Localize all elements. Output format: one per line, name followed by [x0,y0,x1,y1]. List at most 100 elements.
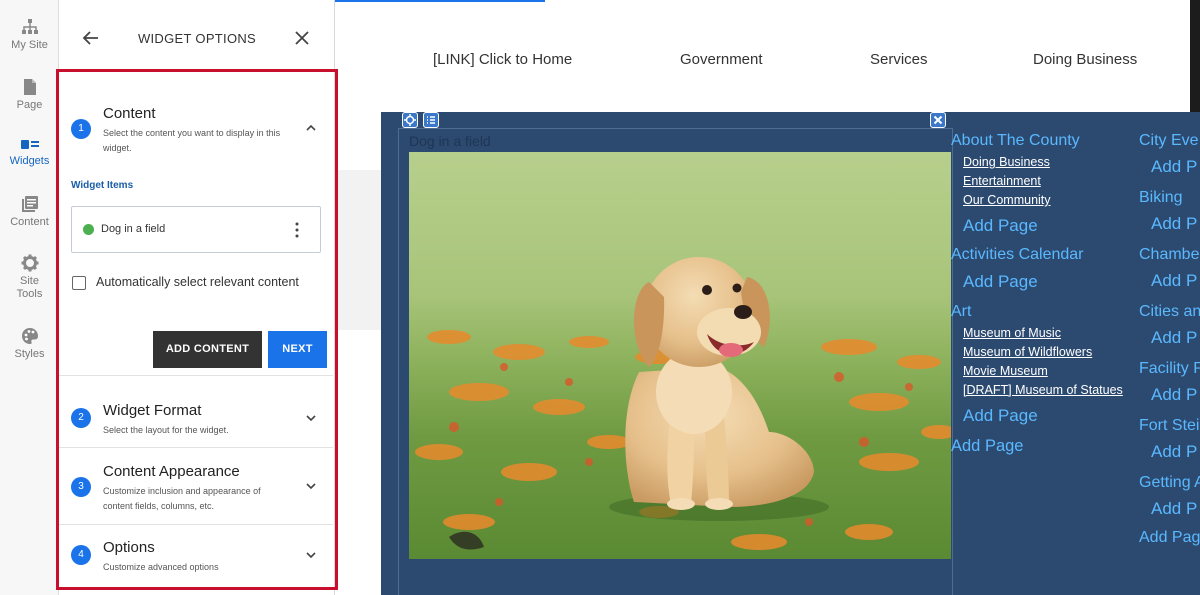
link-add-page[interactable]: Add P [1151,383,1200,407]
step-2-number: 2 [71,408,91,428]
link-fort[interactable]: Fort Stei [1139,417,1200,435]
link-facility[interactable]: Facility P [1139,360,1200,378]
link-cities[interactable]: Cities an [1139,303,1200,321]
link-doing-business[interactable]: Doing Business [963,153,1123,172]
auto-select-label: Automatically select relevant content [96,275,299,289]
link-city-events[interactable]: City Eve [1139,132,1200,150]
rail-item-styles[interactable]: Styles [0,327,59,361]
divider [59,524,333,525]
rail-item-content[interactable]: Content [0,195,59,229]
step-4-description: Customize advanced options [103,562,219,572]
link-museum-of-statues[interactable]: [DRAFT] Museum of Statues [963,381,1123,400]
nav-link-government[interactable]: Government [680,51,763,68]
divider [59,375,333,376]
step-1-description: Select the content you want to display i… [103,126,303,156]
link-add-page[interactable]: Add P [1151,155,1200,179]
link-add-page-root[interactable]: Add Page [951,437,1123,456]
step-2-description: Select the layout for the widget. [103,425,229,435]
rail-label-site: Site [20,275,39,287]
link-add-page[interactable]: Add Page [963,404,1123,428]
left-rail: My Site Page Widgets Content Site Tools … [0,0,59,595]
chevron-down-icon[interactable] [305,480,317,492]
rail-label-my-site: My Site [11,39,48,51]
sitemap-icon [21,19,38,34]
rail-item-page[interactable]: Page [0,78,59,112]
link-biking[interactable]: Biking [1139,189,1200,207]
link-add-page[interactable]: Add P [1151,440,1200,464]
step-4-number: 4 [71,545,91,565]
link-add-page-root[interactable]: Add Pag [1139,529,1200,547]
page-icon [23,79,36,95]
remove-widget-icon[interactable] [930,112,946,128]
rail-label-content: Content [10,216,49,228]
step-3-title[interactable]: Content Appearance [103,463,240,480]
step-4-title[interactable]: Options [103,539,155,556]
link-museum-of-wildflowers[interactable]: Museum of Wildflowers [963,343,1123,362]
list-options-icon[interactable] [423,112,439,128]
rail-item-widgets[interactable]: Widgets [0,138,59,168]
step-3-desc-line2: content fields, columns, etc. [103,501,215,511]
divider [59,447,333,448]
link-add-page[interactable]: Add P [1151,326,1200,350]
widget-links-col2: City Eve Add P Biking Add P Chambe Add P… [1139,132,1200,547]
link-activities-calendar[interactable]: Activities Calendar [951,246,1123,264]
kebab-menu-icon[interactable] [292,221,302,239]
back-arrow-icon[interactable] [81,28,101,48]
link-add-page[interactable]: Add P [1151,212,1200,236]
step-1-number: 1 [71,119,91,139]
link-about-the-county[interactable]: About The County [951,132,1123,150]
page-background-block [335,170,381,330]
link-our-community[interactable]: Our Community [963,191,1123,210]
nav-link-home[interactable]: [LINK] Click to Home [433,51,572,68]
step-3-description: Customize inclusion and appearance of co… [103,484,303,514]
add-content-button[interactable]: ADD CONTENT [153,331,262,368]
step-1-desc-line2: widget. [103,143,132,153]
link-art[interactable]: Art [951,303,1123,321]
move-handle-icon[interactable] [402,112,418,128]
content-icon [21,196,38,212]
step-3-desc-line1: Customize inclusion and appearance of [103,486,261,496]
link-getting[interactable]: Getting A [1139,474,1200,492]
nav-link-doing-business[interactable]: Doing Business [1033,51,1137,68]
rail-label-styles: Styles [14,348,45,360]
link-movie-museum[interactable]: Movie Museum [963,362,1123,381]
widget-item-label: Dog in a field [101,223,166,235]
panel-title: WIDGET OPTIONS [137,31,257,46]
palette-icon [21,328,38,344]
step-3-number: 3 [71,477,91,497]
rail-item-site-tools[interactable]: Site Tools [0,254,59,301]
auto-select-checkbox[interactable] [72,276,86,290]
chevron-up-icon[interactable] [305,122,317,134]
step-1-desc-line1: Select the content you want to display i… [103,128,281,138]
nav-link-services[interactable]: Services [870,51,928,68]
step-1-title[interactable]: Content [103,105,156,122]
widget-item-title: Dog in a field [409,133,491,149]
link-museum-of-music[interactable]: Museum of Music [963,324,1123,343]
status-dot [83,224,94,235]
rail-label-widgets: Widgets [9,155,50,167]
link-chamber[interactable]: Chambe [1139,246,1200,264]
chevron-down-icon[interactable] [305,549,317,561]
rail-label-page: Page [16,99,43,111]
widget-container: Dog in a field About The County Doing Bu… [381,112,1200,595]
link-add-page[interactable]: Add Page [963,270,1123,294]
rail-label-tools: Tools [16,288,43,300]
dog-photo [409,152,951,559]
chevron-down-icon[interactable] [305,412,317,424]
panel-header: WIDGET OPTIONS [59,0,335,70]
link-entertainment[interactable]: Entertainment [963,172,1123,191]
right-scrollbar[interactable] [1190,0,1200,115]
widget-item-card[interactable]: Dog in a field [71,206,321,253]
close-icon[interactable] [293,29,311,47]
widgets-icon [20,140,39,149]
widget-items-label: Widget Items [71,180,134,191]
step-2-title[interactable]: Widget Format [103,402,201,419]
link-add-page[interactable]: Add P [1151,497,1200,521]
link-add-page[interactable]: Add Page [963,214,1123,238]
rail-item-my-site[interactable]: My Site [0,18,59,52]
gear-icon [21,254,38,272]
widget-links-col1: About The County Doing Business Entertai… [951,132,1123,456]
link-add-page[interactable]: Add P [1151,269,1200,293]
top-accent-bar [335,0,1200,4]
next-button[interactable]: NEXT [268,331,327,368]
